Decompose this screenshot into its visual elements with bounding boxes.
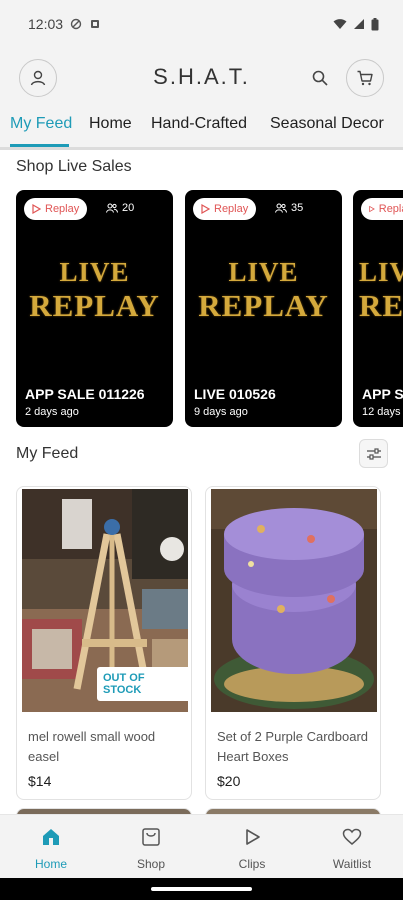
viewer-count: 35 [275,202,303,214]
live-art-line1: LIVE [59,257,130,287]
notification-icon [91,20,100,28]
tab-hand-crafted[interactable]: Hand-Crafted [151,115,247,141]
system-gesture-bar [0,878,403,900]
play-icon [246,829,260,845]
live-replay-artwork: LIVE REPLAY [359,256,403,322]
viewer-count: 20 [106,202,134,214]
nav-shop-label: Shop [136,857,166,871]
cart-button[interactable] [346,59,384,97]
search-icon [312,70,328,86]
out-of-stock-badge: OUT OF STOCK [97,667,191,701]
tab-home[interactable]: Home [89,115,132,141]
product-price: $14 [28,773,52,789]
status-bar: 12:03 [0,0,403,48]
play-outline-icon [201,204,210,214]
nav-clips-label: Clips [238,857,266,871]
signal-icon [354,19,364,29]
product-price: $20 [217,773,241,789]
nav-home[interactable]: Home [11,825,91,871]
heart-icon [342,828,362,845]
live-sale-name: APP SALE [362,386,403,402]
live-replay-artwork: LIVE REPLAY [16,256,173,322]
nav-waitlist-label: Waitlist [332,857,372,871]
replay-label: Replay [45,203,80,215]
active-tab-indicator [10,144,69,147]
bottom-navigation: Home Shop Clips Waitlist [0,814,403,878]
wifi-icon [333,19,347,29]
shop-icon [142,828,160,846]
live-sale-name: APP SALE 011226 [25,386,145,402]
live-art-line2: REPLAY [198,288,329,323]
search-button[interactable] [308,66,332,90]
play-outline-icon [32,204,41,214]
replay-badge: Replay [193,198,257,220]
sliders-icon [366,447,381,460]
product-card[interactable]: OUT OF STOCK mel rowell small wood easel… [16,486,192,800]
live-replay-artwork: LIVE REPLAY [185,256,342,322]
live-sale-time: 2 days ago [25,406,79,418]
brand-title: S.H.A.T. [153,64,250,89]
replay-badge: Replay [24,198,88,220]
live-sale-name: LIVE 010526 [194,386,276,402]
product-image [211,489,377,712]
viewer-count-value: 35 [291,202,304,214]
status-time: 12:03 [28,16,64,32]
product-title: mel rowell small wood easel [28,729,156,764]
battery-icon [371,17,379,30]
play-outline-icon [369,205,375,213]
live-art-line2: REPLAY [359,288,403,323]
filter-button[interactable] [359,439,388,468]
product-card[interactable]: Set of 2 Purple Cardboard Heart Boxes $2… [205,486,381,800]
live-sale-time: 9 days ago [194,406,248,418]
live-art-line1: LIVE [359,257,403,287]
replay-label: Replay [214,203,249,215]
nav-waitlist[interactable]: Waitlist [312,825,392,871]
cart-icon [357,70,373,86]
live-section-title: Shop Live Sales [16,158,132,175]
viewers-icon [275,203,287,213]
nav-clips[interactable]: Clips [212,825,292,871]
do-not-disturb-icon [70,18,82,30]
tab-my-feed[interactable]: My Feed [10,115,72,141]
live-card[interactable]: Replay 20 LIVE REPLAY APP SALE 011226 2 … [16,190,173,427]
replay-badge: Replay [361,198,403,220]
live-art-line2: REPLAY [29,288,160,323]
replay-label: Replay [378,203,403,215]
live-card-partial[interactable]: Replay LIVE REPLAY APP SALE 12 days ago [353,190,403,427]
feed-section-title: My Feed [16,445,79,462]
nav-shop[interactable]: Shop [111,825,191,871]
home-gesture-handle[interactable] [151,887,252,891]
app-header: S.H.A.T. [0,48,403,108]
live-card[interactable]: Replay 35 LIVE REPLAY LIVE 010526 9 days… [185,190,342,427]
live-sale-time: 12 days ago [362,406,403,418]
product-title: Set of 2 Purple Cardboard Heart Boxes [217,729,369,764]
home-icon [43,829,59,845]
viewer-count-value: 20 [122,202,135,214]
nav-home-label: Home [34,857,67,871]
viewers-icon [106,203,118,213]
live-art-line1: LIVE [228,257,299,287]
tab-seasonal-decor[interactable]: Seasonal Decor [270,115,384,141]
category-tabs: My Feed Home Hand-Crafted Seasonal Decor [0,108,403,150]
